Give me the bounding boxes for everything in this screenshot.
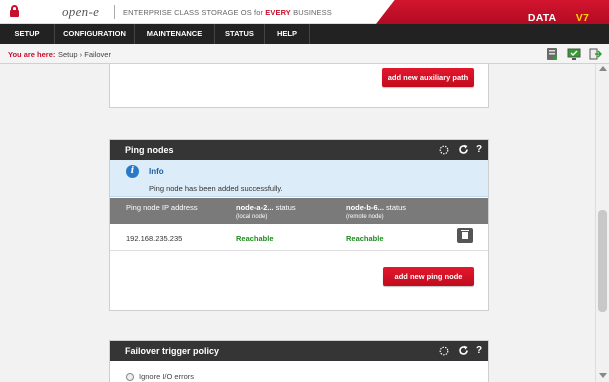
loading-icon [439,145,449,155]
nav-status[interactable]: STATUS [215,24,265,44]
breadcrumb-label: You are here: [8,50,56,59]
help-icon[interactable]: ? [476,144,482,156]
column-node-a: node-a-2... status (local node) [236,203,296,220]
info-message: Ping node has been added successfully. [149,184,283,193]
column-ip: Ping node IP address [126,203,198,212]
app-header: open-e ENTERPRISE CLASS STORAGE OS for E… [0,0,609,24]
failover-trigger-header: Failover trigger policy ? [110,341,488,361]
scroll-up-icon[interactable] [599,66,607,71]
vertical-scrollbar[interactable] [595,64,609,382]
add-ping-node-button[interactable]: add new ping node [383,267,474,286]
scroll-down-icon[interactable] [599,373,607,378]
breadcrumb: You are here: Setup › Failover [0,44,609,64]
panel-title: Failover trigger policy [125,346,220,356]
refresh-icon[interactable] [458,345,469,356]
ignore-io-errors-radio[interactable] [126,373,134,381]
delete-icon[interactable] [457,228,473,243]
logo: open-e [62,4,100,19]
node-a-status: Reachable [236,234,274,243]
table-row: 192.168.235.235 Reachable Reachable [110,224,488,251]
brand-banner: DATA STORAGE SOFTWARE V7 [376,0,609,24]
main-nav: SETUP CONFIGURATION MAINTENANCE STATUS H… [0,24,609,44]
auxiliary-path-panel: add new auxiliary path [109,64,489,108]
scroll-thumb[interactable] [598,210,607,312]
nav-help[interactable]: HELP [265,24,310,44]
tagline: ENTERPRISE CLASS STORAGE OS for EVERY BU… [123,8,332,17]
node-b-status: Reachable [346,234,384,243]
refresh-icon[interactable] [458,144,469,155]
monitor-status-icon[interactable] [567,47,581,61]
add-auxiliary-path-button[interactable]: add new auxiliary path [382,68,474,87]
ping-nodes-header: Ping nodes ? [110,140,488,160]
panel-title: Ping nodes [125,145,174,155]
ping-node-ip: 192.168.235.235 [126,234,183,243]
logout-icon[interactable] [588,47,602,61]
failover-trigger-panel: Failover trigger policy ? Ignore I/O err… [109,340,489,382]
ignore-io-errors-label: Ignore I/O errors [139,372,195,381]
main-content: add new auxiliary path Ping nodes ? i In… [0,64,595,382]
breadcrumb-path: Setup › Failover [58,50,111,59]
table-header: Ping node IP address node-a-2... status … [110,198,488,224]
lock-icon [10,5,19,17]
ping-nodes-panel: Ping nodes ? i Info Ping node has been a… [109,139,489,311]
info-message-box: i Info Ping node has been added successf… [110,160,488,197]
info-title: Info [149,167,164,176]
nav-setup[interactable]: SETUP [0,24,55,44]
column-node-b: node-b-6... status (remote node) [346,203,407,220]
server-icon[interactable] [545,47,559,61]
nav-maintenance[interactable]: MAINTENANCE [135,24,215,44]
nav-configuration[interactable]: CONFIGURATION [55,24,135,44]
help-icon[interactable]: ? [476,345,482,357]
loading-icon [439,346,449,356]
info-icon: i [126,165,139,178]
divider [114,5,115,19]
